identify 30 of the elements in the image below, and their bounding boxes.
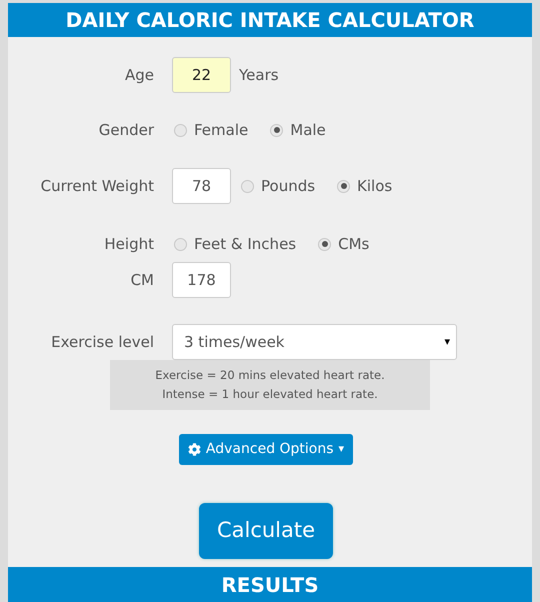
calculate-button[interactable]: Calculate <box>199 503 333 559</box>
dropdown-arrow: ▾ <box>444 334 450 350</box>
field-label: Exercise level <box>50 332 155 353</box>
radio-option[interactable]: Female <box>174 118 248 142</box>
advanced-options-button[interactable]: Advanced Options ▾ <box>178 434 354 465</box>
number-field[interactable]: 78 <box>172 168 231 204</box>
number-field[interactable]: 178 <box>172 262 231 298</box>
radio-button[interactable] <box>174 238 187 250</box>
field-label: CM <box>130 270 155 291</box>
field-label: Current Weight <box>40 176 155 197</box>
field-label: Age <box>124 64 155 86</box>
radio-button[interactable] <box>337 180 350 192</box>
number-field[interactable]: 22 <box>172 57 231 93</box>
calculator-title: DAILY CALORIC INTAKE CALCULATOR <box>66 7 474 34</box>
field-label: Gender <box>98 120 155 141</box>
radio-option[interactable]: Pounds <box>241 174 316 198</box>
radio-button[interactable] <box>174 124 187 136</box>
results-title: RESULTS <box>221 572 319 599</box>
exercise-note: Exercise = 20 mins elevated heart rate. Intense = 1 hour elevated heart rate. <box>110 360 430 410</box>
radio-option[interactable]: Feet & Inches <box>174 232 296 256</box>
radio-option[interactable]: Male <box>270 118 326 142</box>
radio-button[interactable] <box>318 238 332 250</box>
unit-label: Years <box>239 64 279 86</box>
exercise-select[interactable]: 3 times/week ▾ <box>172 324 457 360</box>
radio-button[interactable] <box>241 180 254 192</box>
radio-option[interactable]: CMs <box>318 232 370 256</box>
radio-button[interactable] <box>270 124 284 136</box>
gear-icon <box>188 443 201 456</box>
radio-option[interactable]: Kilos <box>337 174 392 198</box>
field-label: Height <box>103 234 155 255</box>
